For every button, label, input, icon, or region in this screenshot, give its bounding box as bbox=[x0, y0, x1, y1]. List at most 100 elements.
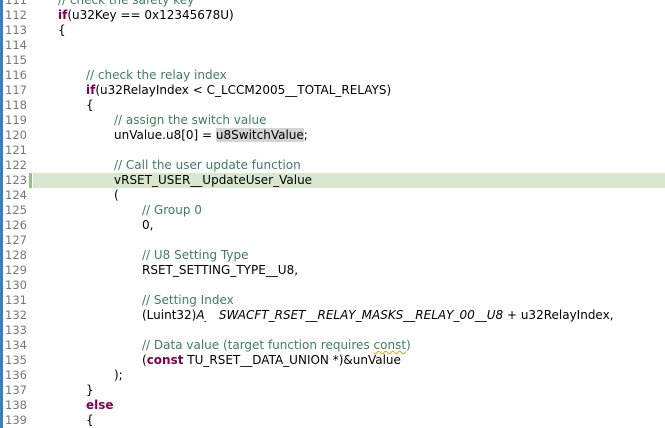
line-number: 129 bbox=[5, 263, 27, 277]
code-line[interactable]: 111 // check the safety key bbox=[0, 0, 665, 8]
code-token: u8SwitchValue bbox=[215, 128, 304, 142]
code-token: ( bbox=[114, 188, 119, 202]
line-number: 123 bbox=[5, 173, 27, 187]
gutter-strip bbox=[0, 23, 3, 38]
gutter-strip bbox=[0, 143, 3, 158]
gutter-strip bbox=[0, 0, 3, 8]
code-token: // check the safety key bbox=[58, 0, 195, 7]
code-token: A bbox=[196, 308, 205, 322]
code-line[interactable]: 121 bbox=[0, 143, 665, 158]
code-token: (Luint32) bbox=[142, 308, 197, 322]
code-line[interactable]: 130 bbox=[0, 278, 665, 293]
line-number: 116 bbox=[5, 68, 27, 82]
gutter-strip bbox=[0, 413, 3, 428]
gutter-strip bbox=[0, 368, 3, 383]
line-number: 122 bbox=[5, 158, 27, 172]
code-line[interactable]: 134 // Data value (target function requir… bbox=[0, 338, 665, 353]
line-number: 134 bbox=[5, 338, 27, 352]
code-line[interactable]: 113 { bbox=[0, 23, 665, 38]
code-line[interactable]: 117 if(u32RelayIndex < C_LCCM2005__TOTAL_… bbox=[0, 83, 665, 98]
code-text: } bbox=[58, 383, 94, 398]
line-number: 112 bbox=[5, 8, 27, 22]
code-text: RSET_SETTING_TYPE__U8, bbox=[58, 263, 298, 278]
line-number: 124 bbox=[5, 188, 27, 202]
code-text: else bbox=[58, 398, 114, 413]
code-line[interactable]: 123 vRSET_USER__UpdateUser_Value bbox=[0, 173, 665, 188]
line-number: 111 bbox=[5, 0, 27, 7]
gutter-strip bbox=[0, 38, 3, 53]
code-token: // Data value (target function requires bbox=[142, 338, 374, 352]
code-line[interactable]: 137} bbox=[0, 383, 665, 398]
gutter-strip bbox=[0, 308, 3, 323]
line-number: 120 bbox=[5, 128, 27, 142]
code-line[interactable]: 120 unValue.u8[0] = u8SwitchValue; bbox=[0, 128, 665, 143]
gutter-strip bbox=[0, 98, 3, 113]
code-token: ); bbox=[114, 368, 123, 382]
code-line[interactable]: 122 // Call the user update function bbox=[0, 158, 665, 173]
gutter-strip bbox=[0, 53, 3, 68]
line-number: 126 bbox=[5, 218, 27, 232]
code-line[interactable]: 139 { bbox=[0, 413, 665, 428]
code-line[interactable]: 119 // assign the switch value bbox=[0, 113, 665, 128]
code-line[interactable]: 126 0, bbox=[0, 218, 665, 233]
code-text: 0, bbox=[58, 218, 153, 233]
code-text: { bbox=[58, 23, 66, 38]
code-token: (u32Key == 0x12345678U) bbox=[67, 8, 234, 22]
code-line[interactable]: 125 // Group 0 bbox=[0, 203, 665, 218]
code-line[interactable]: 135 (const TU_RSET__DATA_UNION *)&unValue bbox=[0, 353, 665, 368]
code-text: // Data value (target function requires … bbox=[58, 338, 411, 353]
gutter-strip bbox=[0, 398, 3, 413]
code-text: (const TU_RSET__DATA_UNION *)&unValue bbox=[58, 353, 401, 368]
code-text: { bbox=[58, 413, 94, 428]
code-line[interactable]: 133 bbox=[0, 323, 665, 338]
code-token: // check the relay index bbox=[86, 68, 227, 82]
code-line[interactable]: 124 ( bbox=[0, 188, 665, 203]
code-line[interactable]: 129 RSET_SETTING_TYPE__U8, bbox=[0, 263, 665, 278]
code-text: // assign the switch value bbox=[58, 113, 267, 128]
code-line[interactable]: 127 bbox=[0, 233, 665, 248]
gutter-strip bbox=[0, 8, 3, 23]
code-editor[interactable]: 111// check the safety key 112 if(u32Key =… bbox=[0, 0, 665, 428]
code-text: unValue.u8[0] = u8SwitchValue; bbox=[58, 128, 308, 143]
code-line[interactable]: 131 // Setting Index bbox=[0, 293, 665, 308]
code-text: { bbox=[58, 98, 94, 113]
code-token: if bbox=[86, 83, 96, 97]
code-line[interactable]: 112 if(u32Key == 0x12345678U) bbox=[0, 8, 665, 23]
code-token: unValue.u8[0] = bbox=[114, 128, 216, 142]
line-number: 128 bbox=[5, 248, 27, 262]
code-token: // Setting Index bbox=[142, 293, 234, 307]
code-text: ( bbox=[58, 188, 119, 203]
gutter-strip bbox=[0, 338, 3, 353]
code-line[interactable]: 138 else bbox=[0, 398, 665, 413]
code-line[interactable]: 116 // check the relay index bbox=[0, 68, 665, 83]
code-text: // Setting Index bbox=[58, 293, 234, 308]
gutter-strip bbox=[0, 248, 3, 263]
gutter-strip bbox=[0, 203, 3, 218]
code-token: // Group 0 bbox=[142, 203, 202, 217]
code-line[interactable]: 132 (Luint32)A_RSWACFT_RSET__RELAY_MASKS_… bbox=[0, 308, 665, 323]
code-text: // check the safety key bbox=[58, 0, 194, 8]
code-line[interactable]: 128 // U8 Setting Type bbox=[0, 248, 665, 263]
code-text: if(u32Key == 0x12345678U) bbox=[58, 8, 234, 23]
line-number: 131 bbox=[5, 293, 27, 307]
code-line[interactable]: 115 bbox=[0, 53, 665, 68]
line-number: 132 bbox=[5, 308, 27, 322]
line-number: 118 bbox=[5, 98, 27, 112]
line-number: 139 bbox=[5, 413, 27, 427]
code-token: // U8 Setting Type bbox=[142, 248, 249, 262]
gutter-strip bbox=[0, 68, 3, 83]
code-text: // Group 0 bbox=[58, 203, 202, 218]
code-text: // U8 Setting Type bbox=[58, 248, 248, 263]
gutter-strip bbox=[0, 128, 3, 143]
line-number: 137 bbox=[5, 383, 27, 397]
gutter-strip bbox=[0, 113, 3, 128]
line-number: 125 bbox=[5, 203, 27, 217]
code-line[interactable]: 114 bbox=[0, 38, 665, 53]
code-line[interactable]: 118 { bbox=[0, 98, 665, 113]
line-number: 136 bbox=[5, 368, 27, 382]
code-token: { bbox=[86, 413, 94, 427]
code-token: const bbox=[373, 338, 407, 352]
code-line[interactable]: 136); bbox=[0, 368, 665, 383]
code-token: (u32RelayIndex < C_LCCM2005__TOTAL_RELAY… bbox=[95, 83, 392, 97]
gutter-strip bbox=[0, 278, 3, 293]
